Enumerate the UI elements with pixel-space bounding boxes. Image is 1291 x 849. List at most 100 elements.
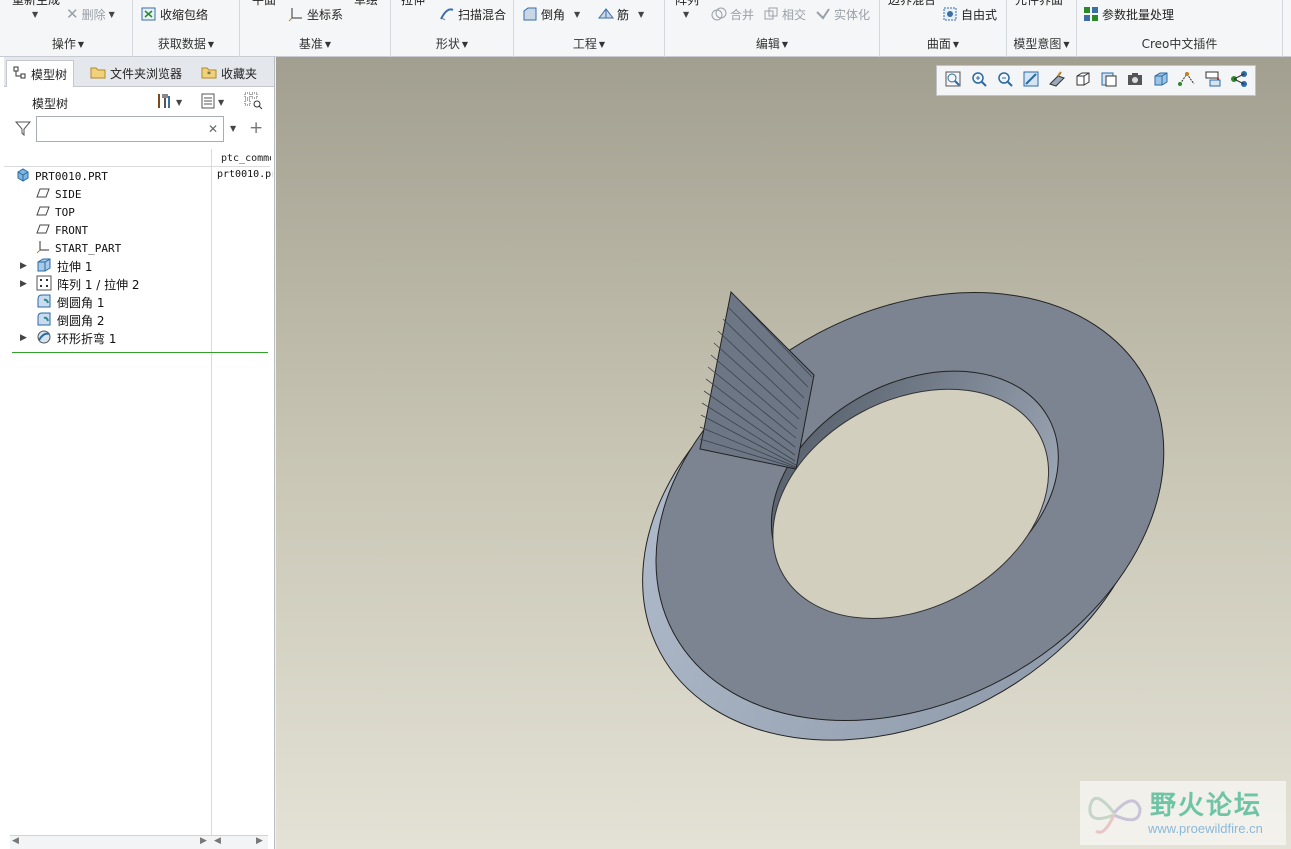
scroll-left-icon[interactable]: ◀ [214, 836, 221, 846]
scroll-right-icon[interactable]: ▶ [200, 836, 207, 846]
tree-item-root-part[interactable]: PRT0010.PRT [16, 167, 108, 185]
watermark: 野火论坛 www.proewildfire.cn [1080, 781, 1286, 845]
delete-dropdown-icon: ▼ [108, 9, 115, 19]
saved-orientations-button[interactable] [1073, 71, 1093, 91]
annotation-display-button[interactable] [1203, 71, 1223, 91]
tab-model-tree[interactable]: 模型树 [6, 60, 75, 87]
tree-filter-settings-button[interactable] [244, 92, 264, 113]
plane-label[interactable]: 平面 [252, 0, 276, 8]
tree-item-front[interactable]: FRONT [36, 221, 88, 239]
regenerate-dropdown[interactable]: ▼ [32, 10, 38, 19]
insert-here-indicator[interactable] [12, 352, 268, 353]
chamfer-dropdown-icon: ▼ [574, 9, 581, 19]
search-input[interactable] [36, 116, 224, 142]
intersect-button[interactable]: 相交 [763, 5, 806, 23]
group-label-edit[interactable]: 编辑 ▼ [665, 35, 879, 52]
group-edit: 阵列 ▼ 合并 相交 实体化 编辑 ▼ [665, 0, 880, 57]
tree-item-extrude-1[interactable]: 拉伸 1 [36, 257, 92, 275]
group-label-surface[interactable]: 曲面 ▼ [880, 35, 1006, 52]
chamfer-icon [522, 6, 538, 22]
extrude-label[interactable]: 拉伸 [401, 0, 425, 8]
display-style-icon [1100, 70, 1118, 91]
merge-icon [711, 6, 727, 22]
tab-folder-browser[interactable]: 文件夹浏览器 [84, 60, 188, 87]
group-label-operations[interactable]: 操作 ▼ [4, 35, 132, 52]
zoom-in-button[interactable] [969, 71, 989, 91]
shaded-view-button[interactable] [1151, 71, 1171, 91]
favorites-icon: * [201, 65, 217, 82]
model-tree-title: 模型树 [32, 97, 69, 111]
tree-item-round-1[interactable]: 倒圆角 1 [36, 293, 104, 311]
tree-item-top[interactable]: TOP [36, 203, 75, 221]
csys-icon [36, 240, 50, 257]
repaint-button[interactable] [1021, 71, 1041, 91]
group-label-creo-plugin: Creo中文插件 [1141, 37, 1218, 51]
display-style-button[interactable] [1099, 71, 1119, 91]
boundary-blend-label[interactable]: 边界混合 [888, 0, 936, 8]
repaint-icon [1022, 70, 1040, 91]
search-dropdown-icon[interactable]: ▼ [230, 124, 236, 133]
datum-display-button[interactable] [1177, 71, 1197, 91]
expand-arrow-icon[interactable]: ▶ [20, 279, 27, 289]
group-label-model-intent[interactable]: 模型意图 ▼ [1007, 35, 1076, 52]
group-label-datum[interactable]: 基准 ▼ [240, 35, 390, 52]
clear-search-icon[interactable]: ✕ [208, 122, 218, 136]
settings-tools-button[interactable]: ▼ [156, 93, 182, 111]
scroll-right-icon[interactable]: ▶ [256, 836, 263, 846]
view-manager-button[interactable] [1047, 71, 1067, 91]
watermark-url: www.proewildfire.cn [1148, 821, 1263, 836]
horizontal-scrollbar[interactable]: ◀ ▶ ◀ ▶ [10, 835, 268, 849]
group-label-shape[interactable]: 形状 ▼ [391, 35, 513, 52]
datum-plane-icon [36, 187, 50, 202]
shrinkwrap-button[interactable]: 收缩包络 [141, 5, 208, 23]
batch-params-button[interactable]: 参数批量处理 [1083, 5, 1174, 23]
tree-item-round-2[interactable]: 倒圆角 2 [36, 311, 104, 329]
pattern-label[interactable]: 阵列 [675, 0, 699, 8]
column-divider[interactable] [211, 149, 212, 839]
add-column-icon[interactable]: + [249, 118, 263, 138]
solidify-button[interactable]: 实体化 [815, 5, 870, 23]
tree-item-side[interactable]: SIDE [36, 185, 82, 203]
csys-button[interactable]: 坐标系 [288, 5, 343, 23]
tree-item-start-part[interactable]: START_PART [36, 239, 121, 257]
washer-model[interactable] [276, 57, 1291, 849]
appearance-button[interactable] [1125, 71, 1145, 91]
spin-center-icon [1230, 70, 1248, 91]
svg-text:*: * [207, 70, 211, 79]
zoom-out-button[interactable] [995, 71, 1015, 91]
show-dropdown-icon: ▼ [218, 97, 225, 107]
tree-item-pattern-1[interactable]: 阵列 1 / 拉伸 2 [36, 275, 140, 293]
tree-filter-icon [244, 92, 264, 113]
zoom-out-icon [996, 70, 1014, 91]
datum-display-icon [1178, 70, 1196, 91]
expand-arrow-icon[interactable]: ▶ [20, 333, 27, 343]
freestyle-icon [942, 6, 958, 22]
merge-button[interactable]: 合并 [711, 5, 754, 23]
spin-center-button[interactable] [1229, 71, 1249, 91]
group-label-get-data[interactable]: 获取数据 ▼ [133, 35, 239, 52]
graphics-viewport[interactable]: 野火论坛 www.proewildfire.cn [276, 57, 1291, 849]
serrated-segment [699, 290, 815, 470]
tree-item-toroidal-bend-1[interactable]: 环形折弯 1 [36, 329, 116, 347]
tab-favorites[interactable]: * 收藏夹 [195, 60, 263, 87]
freestyle-button[interactable]: 自由式 [942, 5, 997, 23]
sketch-label[interactable]: 草绘 [354, 0, 378, 8]
component-interface-label[interactable]: 元件界面 [1015, 0, 1063, 8]
view-manager-icon [1048, 70, 1066, 91]
refit-button[interactable] [943, 71, 963, 91]
group-surface: 边界混合 自由式 曲面 ▼ [880, 0, 1007, 57]
regenerate-label[interactable]: 重新生成 [12, 0, 60, 8]
scroll-left-icon[interactable]: ◀ [12, 836, 19, 846]
delete-button[interactable]: ✕ 删除 ▼ [66, 5, 115, 23]
pattern-dropdown[interactable]: ▼ [683, 10, 689, 19]
chamfer-button[interactable]: 倒角 ▼ [522, 5, 580, 23]
filter-icon[interactable] [14, 119, 32, 140]
column-header-common-name[interactable]: ptc_common_name [221, 153, 271, 164]
annotation-icon [1204, 70, 1222, 91]
camera-icon [1126, 70, 1144, 91]
show-options-button[interactable]: ▼ [200, 93, 224, 111]
rib-button[interactable]: 筋 ▼ [597, 5, 644, 23]
group-label-engineering[interactable]: 工程 ▼ [514, 35, 664, 52]
sweep-blend-button[interactable]: 扫描混合 [439, 5, 506, 23]
expand-arrow-icon[interactable]: ▶ [20, 261, 27, 271]
